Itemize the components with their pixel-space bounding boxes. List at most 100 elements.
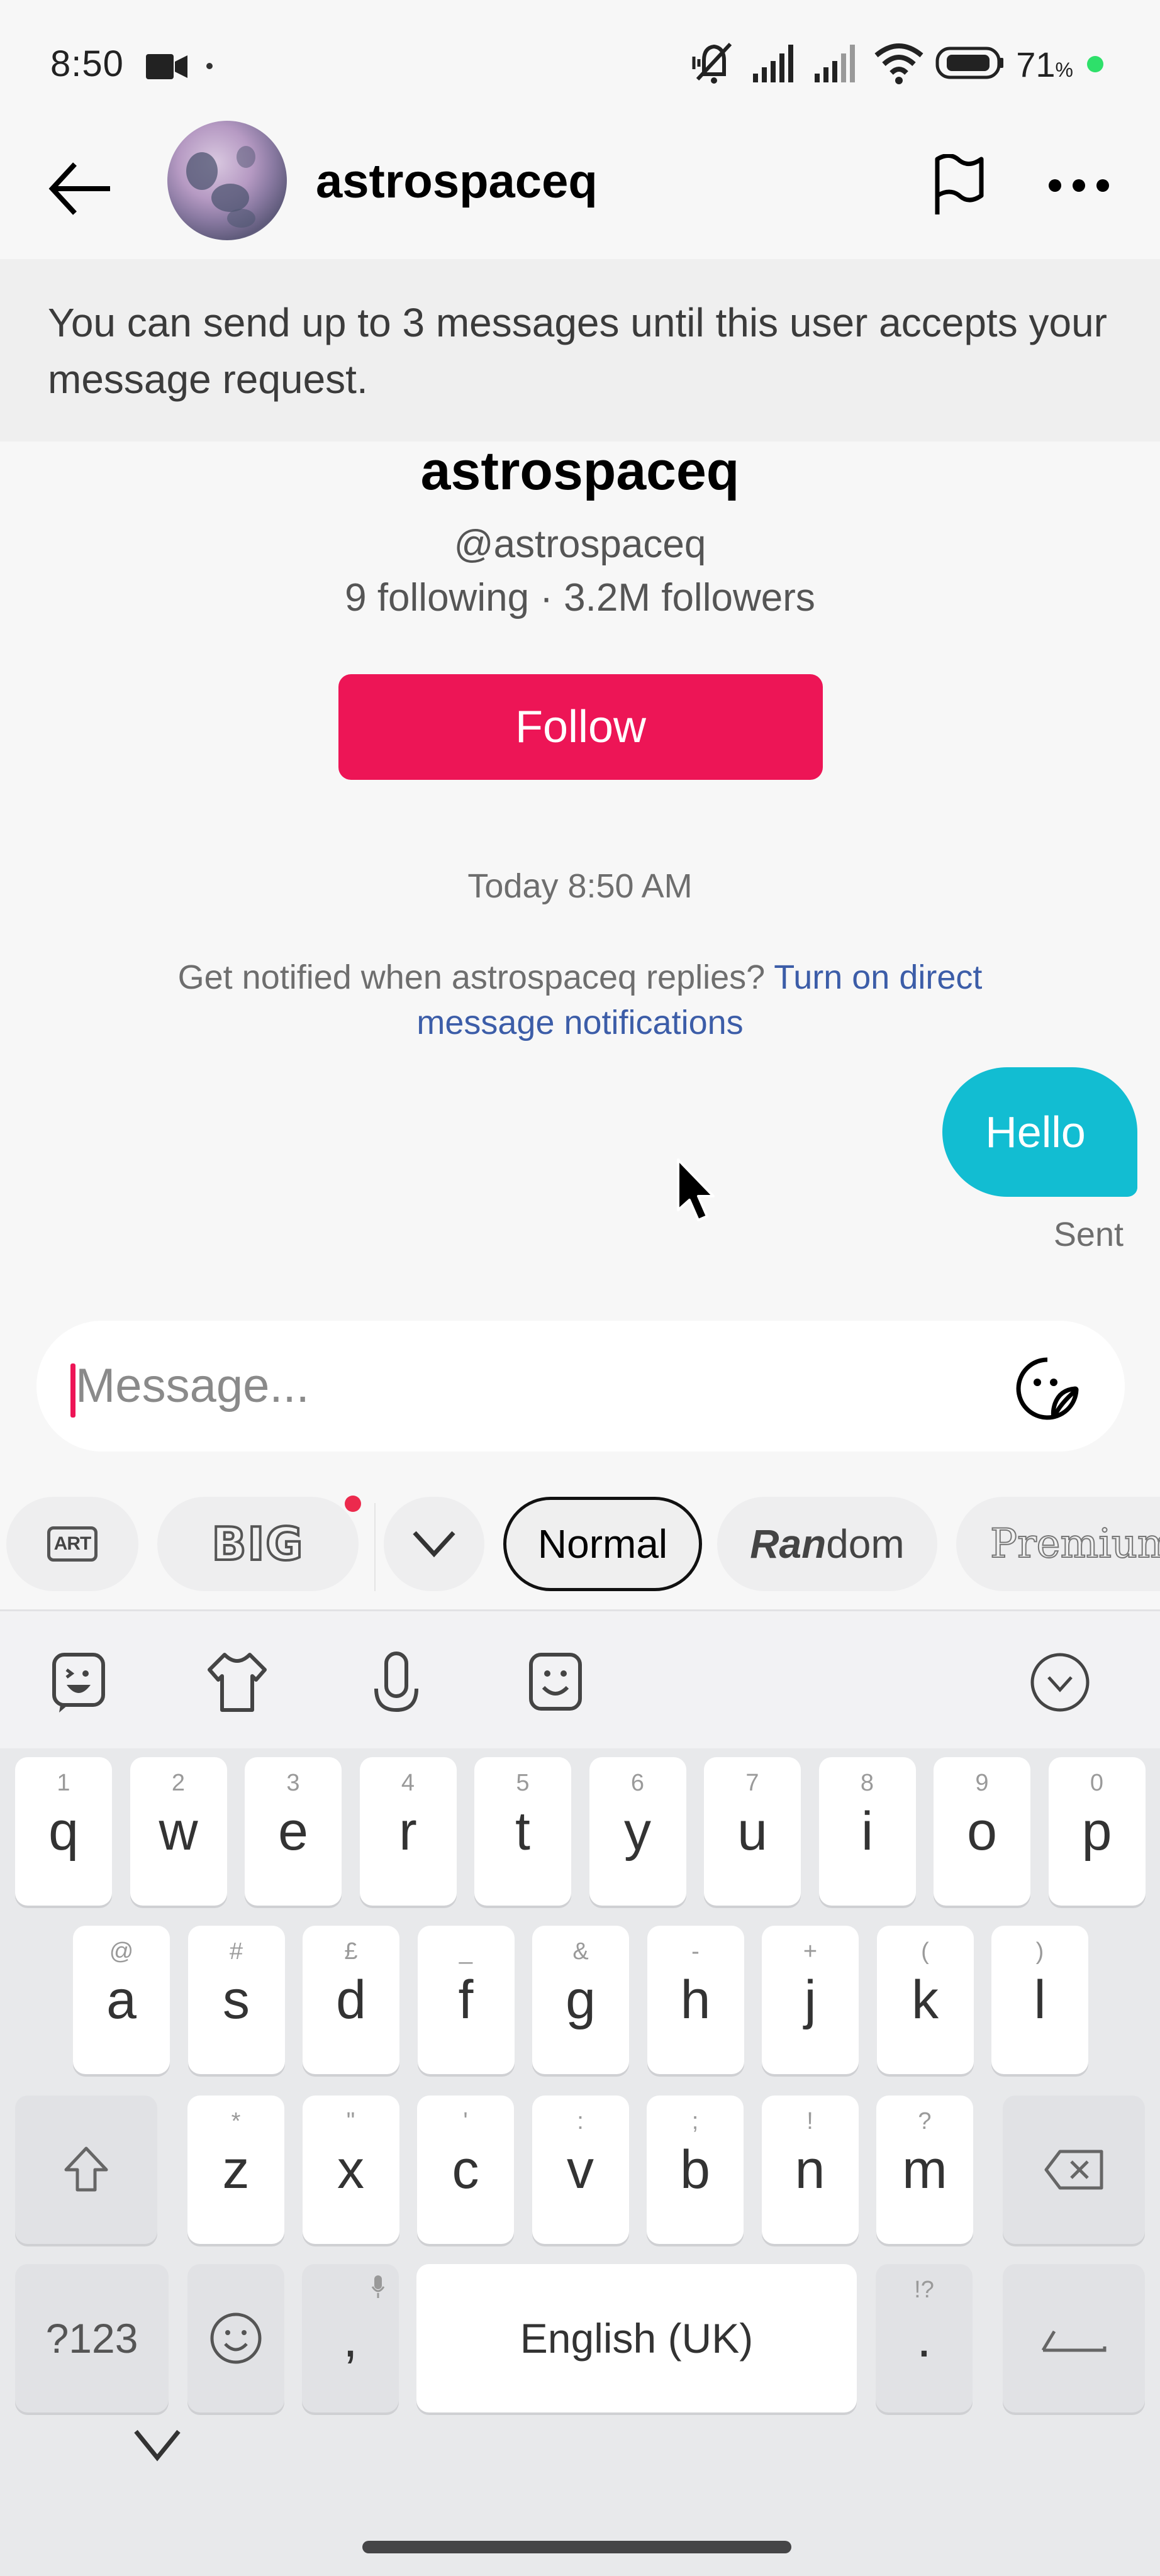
key-i[interactable]: 8i (818, 1757, 916, 1906)
period-key[interactable]: !?. (876, 2264, 973, 2412)
key-l[interactable]: ) l (991, 1926, 1088, 2074)
emoji-key[interactable] (187, 2264, 284, 2412)
collapse-keyboard-button[interactable] (1025, 1648, 1095, 1717)
key-u[interactable]: 7u (704, 1757, 801, 1906)
sticker-keyboard-button[interactable] (521, 1648, 590, 1717)
key-label: p (1081, 1801, 1112, 1862)
key-n[interactable]: ! n (761, 2096, 859, 2244)
shift-icon (64, 2146, 108, 2192)
key-label: n (795, 2139, 825, 2200)
key-label: e (278, 1801, 308, 1862)
follow-button[interactable]: Follow (338, 674, 823, 780)
battery-percentage: 71% (1016, 44, 1073, 84)
key-a[interactable]: @ a (73, 1926, 170, 2074)
key-t[interactable]: 5t (474, 1757, 571, 1906)
emoji-keyboard-button[interactable] (44, 1648, 113, 1717)
key-label: c (452, 2139, 479, 2200)
space-key-label: English (UK) (520, 2315, 754, 2362)
key-q[interactable]: 1q (15, 1757, 112, 1906)
random-chip-label-rest: dom (826, 1521, 905, 1567)
more-horizontal-icon (1049, 179, 1109, 192)
key-e[interactable]: 3e (245, 1757, 342, 1906)
text-caret (70, 1363, 75, 1418)
home-indicator[interactable] (362, 2541, 791, 2553)
profile-handle: @astrospaceq (454, 523, 706, 566)
key-hint: 6 (630, 1770, 645, 1796)
backspace-key[interactable] (1003, 2096, 1145, 2244)
key-hint: " (346, 2108, 355, 2135)
key-m[interactable]: ? m (876, 2096, 973, 2244)
key-hint: ! (806, 2108, 813, 2135)
space-key[interactable]: English (UK) (416, 2264, 857, 2412)
status-bar: 8:50 71% (0, 0, 1160, 119)
art-font-chip[interactable]: ART (6, 1497, 138, 1591)
symbols-key[interactable]: ?123 (15, 2264, 169, 2412)
chip-divider (374, 1503, 376, 1591)
key-h[interactable]: -h (647, 1926, 744, 2074)
key-x[interactable]: " x (302, 2096, 399, 2244)
sticker-button[interactable] (1007, 1351, 1088, 1426)
key-label: y (624, 1801, 651, 1862)
expand-fonts-chip[interactable] (384, 1497, 484, 1591)
chat-header: astrospaceq (0, 119, 1160, 258)
key-j[interactable]: + j (762, 1926, 859, 2074)
new-badge-dot (345, 1496, 361, 1512)
key-b[interactable]: ; b (647, 2096, 744, 2244)
signal-icon (750, 41, 801, 88)
comma-key[interactable]: , (302, 2264, 399, 2412)
big-font-chip[interactable]: BIG (157, 1497, 359, 1591)
key-p[interactable]: 0p (1048, 1757, 1146, 1906)
key-hint: 9 (975, 1770, 989, 1796)
microphone-icon (374, 1652, 418, 1713)
normal-font-chip[interactable]: Normal (503, 1497, 702, 1591)
key-f[interactable]: _ f (417, 1926, 515, 2074)
key-hint: 4 (401, 1770, 415, 1796)
shift-key[interactable] (15, 2096, 157, 2244)
key-y[interactable]: 6y (589, 1757, 686, 1906)
key-s[interactable]: # s (187, 1926, 285, 2074)
random-font-chip[interactable]: Ran dom (717, 1497, 937, 1591)
key-label: l (1034, 1969, 1046, 2030)
key-c[interactable]: ' c (417, 2096, 514, 2244)
key-v[interactable]: :v (532, 2096, 629, 2244)
key-hint: ' (463, 2108, 468, 2135)
more-options-button[interactable] (1038, 145, 1120, 226)
key-r[interactable]: 4r (359, 1757, 457, 1906)
key-g[interactable]: & g (532, 1926, 629, 2074)
video-camera-icon (146, 53, 189, 84)
key-label: ?123 (45, 2315, 138, 2362)
key-hint: * (231, 2108, 241, 2135)
key-k[interactable]: (k (876, 1926, 974, 2074)
premium-font-chip[interactable]: Premium (956, 1497, 1160, 1591)
avatar[interactable] (167, 121, 287, 240)
report-button[interactable] (918, 145, 1000, 226)
back-button[interactable] (44, 151, 120, 226)
enter-icon (1041, 2330, 1107, 2352)
key-hint: 7 (745, 1770, 759, 1796)
key-hint: - (691, 1938, 700, 1965)
enter-key[interactable] (1003, 2264, 1145, 2412)
key-w[interactable]: 2w (130, 1757, 227, 1906)
header-username[interactable]: astrospaceq (316, 154, 598, 209)
message-input[interactable] (75, 1338, 988, 1433)
chevron-down-icon (134, 2429, 181, 2462)
key-o[interactable]: 9o (934, 1757, 1030, 1906)
hide-keyboard-button[interactable] (132, 2428, 182, 2466)
flag-icon (935, 154, 984, 214)
notification-prompt: Get notified when astrospaceq replies? T… (126, 955, 1034, 1045)
backspace-icon (1044, 2150, 1103, 2190)
arrow-left-icon (48, 162, 110, 215)
key-hint: 0 (1090, 1770, 1104, 1796)
voice-input-button[interactable] (362, 1648, 431, 1717)
key-z[interactable]: * z (187, 2096, 284, 2244)
theme-button[interactable] (203, 1648, 272, 1717)
mouse-pointer-icon (674, 1157, 718, 1230)
key-hint: ) (1035, 1938, 1044, 1965)
mute-icon (689, 38, 739, 91)
key-d[interactable]: £ d (303, 1926, 399, 2074)
message-bubble[interactable]: Hello (942, 1067, 1137, 1197)
key-label: s (223, 1969, 250, 2030)
key-label: r (399, 1801, 417, 1862)
key-label: w (159, 1801, 198, 1862)
key-label: a (106, 1969, 137, 2030)
